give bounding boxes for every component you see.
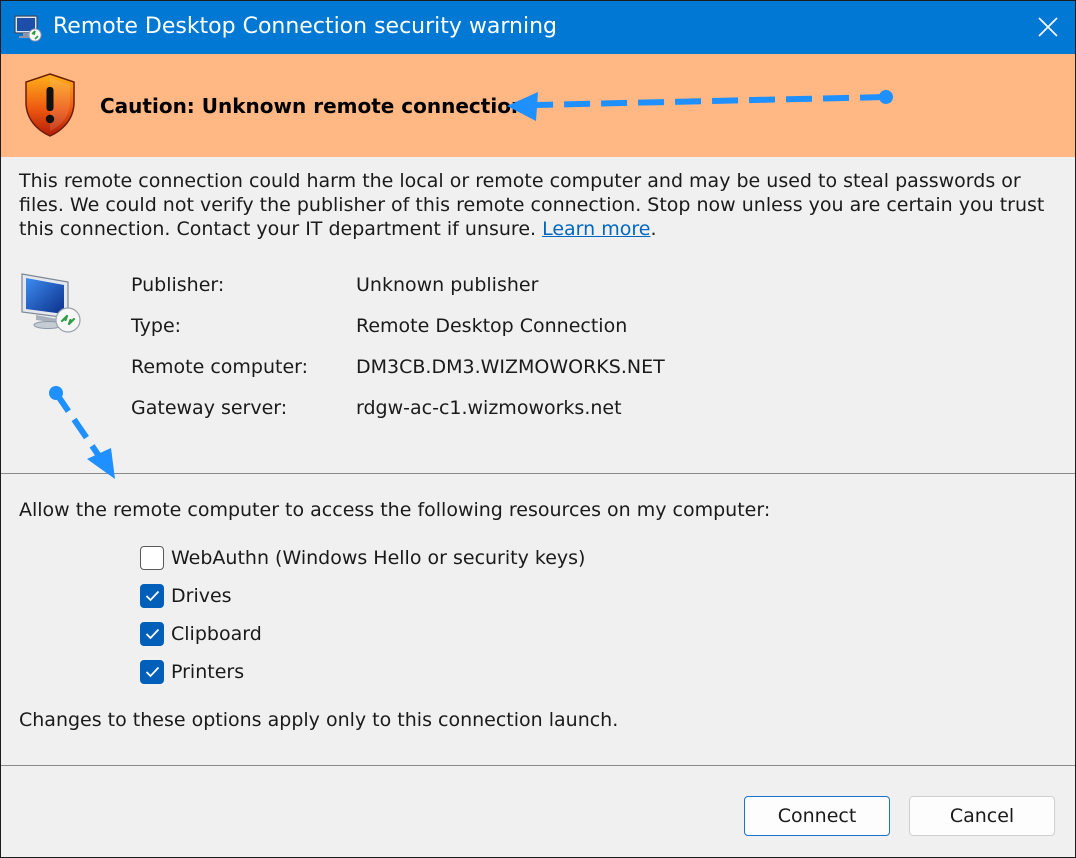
gateway-server-row: Gateway server: rdgw-ac-c1.wizmoworks.ne… [131,397,622,419]
gateway-server-value: rdgw-ac-c1.wizmoworks.net [356,397,622,419]
publisher-row: Publisher: Unknown publisher [131,274,538,296]
publisher-value: Unknown publisher [356,274,539,296]
section-divider [1,473,1075,474]
printers-label: Printers [171,661,245,683]
clipboard-label: Clipboard [171,623,262,645]
type-label: Type: [131,315,182,337]
drives-checkbox[interactable] [140,584,164,608]
publisher-label: Publisher: [131,274,225,296]
learn-more-link[interactable]: Learn more [542,218,650,240]
cancel-button[interactable]: Cancel [909,796,1055,836]
warning-message-text: This remote connection could harm the lo… [19,170,1045,240]
title-bar: Remote Desktop Connection security warni… [1,1,1075,54]
warning-message: This remote connection could harm the lo… [19,169,1059,241]
connection-details-section: This remote connection could harm the lo… [1,157,1075,473]
gateway-server-label: Gateway server: [131,397,288,419]
remote-computer-label: Remote computer: [131,356,309,378]
options-note: Changes to these options apply only to t… [19,709,619,731]
caution-heading: Caution: Unknown remote connection [100,94,526,118]
printers-checkbox[interactable] [140,660,164,684]
close-button[interactable] [1021,1,1075,54]
warning-shield-icon [23,72,77,138]
checkmark-icon [145,590,160,602]
connect-button[interactable]: Connect [744,796,890,836]
footer-divider [1,765,1075,766]
warning-banner: Caution: Unknown remote connection [1,54,1075,157]
close-icon [1038,17,1058,37]
remote-computer-row: Remote computer: DM3CB.DM3.WIZMOWORKS.NE… [131,356,665,378]
checkmark-icon [145,628,160,640]
resources-heading: Allow the remote computer to access the … [19,499,771,521]
remote-computer-icon [18,268,84,334]
clipboard-checkbox[interactable] [140,622,164,646]
type-row: Type: Remote Desktop Connection [131,315,627,337]
window-title: Remote Desktop Connection security warni… [53,14,558,39]
webauthn-checkbox[interactable] [140,546,164,570]
security-warning-dialog: Remote Desktop Connection security warni… [0,0,1076,858]
drives-label: Drives [171,585,232,607]
warning-message-suffix: . [650,218,657,240]
webauthn-label: WebAuthn (Windows Hello or security keys… [171,547,586,569]
type-value: Remote Desktop Connection [356,315,628,337]
remote-computer-value: DM3CB.DM3.WIZMOWORKS.NET [356,356,665,378]
remote-desktop-app-icon [13,13,43,43]
checkmark-icon [145,666,160,678]
